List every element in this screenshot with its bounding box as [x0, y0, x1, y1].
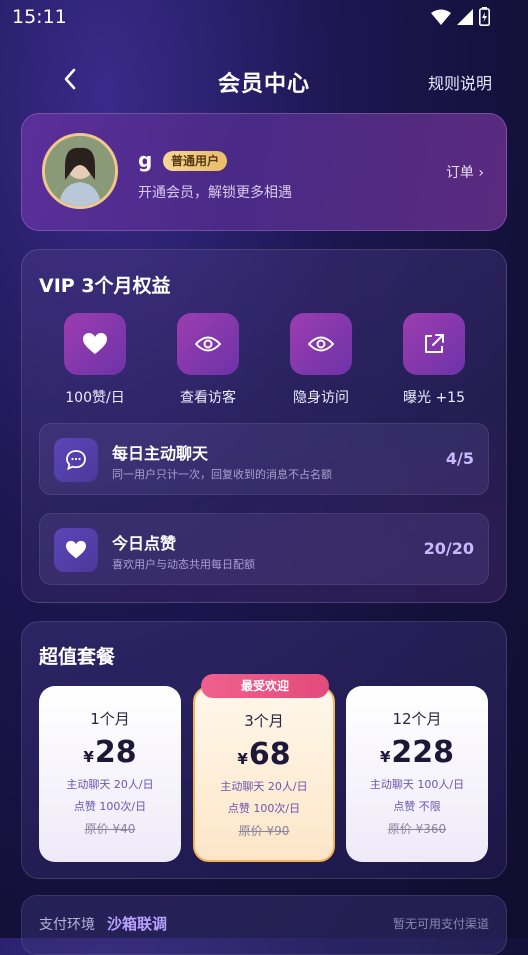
plan-price: ¥68: [195, 737, 333, 772]
plan-original-price: 原价 ¥40: [84, 822, 136, 836]
most-popular-tag: 最受欢迎: [201, 674, 329, 698]
heart-icon: [83, 333, 107, 354]
plan-period: 12个月: [392, 710, 442, 728]
plan-likes-quota: 点赞 100次/日: [73, 800, 147, 813]
status-icons: [431, 7, 490, 26]
rules-link[interactable]: 规则说明: [428, 70, 492, 94]
quota-title: 今日点赞: [112, 534, 177, 553]
quota-icon-box: [54, 438, 98, 482]
payment-channel-note: 暂无可用支付渠道: [392, 917, 489, 931]
orders-link[interactable]: 订单 ›: [446, 162, 484, 182]
eye-icon: [195, 336, 221, 352]
profile-subtitle: 开通会员，解锁更多相遇: [138, 185, 292, 201]
signal-icon: [457, 8, 473, 25]
plan-3-month[interactable]: 3个月 ¥68 主动聊天 20人/日 点赞 100次/日 原价 ¥90: [193, 686, 335, 862]
perk-exposure[interactable]: 曝光 +15: [384, 313, 484, 407]
payment-env-card: 支付环境 沙箱联调 暂无可用支付渠道: [21, 895, 507, 955]
avatar-photo: [45, 136, 115, 206]
perk-icon-box: [64, 313, 126, 375]
plan-chat-quota: 主动聊天 100人/日: [369, 778, 465, 791]
quota-chat-row: 每日主动聊天 同一用户只计一次，回复收到的消息不占名额 4/5: [39, 423, 489, 495]
vip-benefits-card: VIP 3个月权益 100赞/日 查看访客 隐身访问 曝光 +15 每日主动聊天…: [21, 249, 507, 603]
plans-title: 超值套餐: [39, 646, 116, 668]
payment-env-value: 沙箱联调: [107, 915, 168, 933]
quota-count: 20/20: [423, 539, 474, 558]
price-value: 68: [248, 737, 291, 772]
wifi-icon: [431, 9, 451, 25]
member-badge: 普通用户: [163, 151, 228, 171]
price-value: 228: [391, 735, 455, 770]
profile-card: g 普通用户 开通会员，解锁更多相遇 订单 ›: [21, 113, 507, 231]
chat-icon: [66, 450, 86, 471]
username: g: [138, 148, 153, 172]
plan-12-month[interactable]: 12个月 ¥228 主动聊天 100人/日 点赞 不限 原价 ¥360: [346, 686, 488, 862]
perk-label: 查看访客: [180, 390, 236, 406]
quota-count: 4/5: [445, 449, 474, 468]
perk-label: 隐身访问: [293, 390, 349, 406]
perk-label: 100赞/日: [65, 390, 125, 406]
quota-subtitle: 同一用户只计一次，回复收到的消息不占名额: [112, 468, 332, 481]
plan-original-price: 原价 ¥90: [238, 824, 290, 838]
plan-chat-quota: 主动聊天 20人/日: [66, 778, 154, 791]
price-value: 28: [94, 735, 137, 770]
heart-icon: [66, 540, 86, 559]
quota-icon-box: [54, 528, 98, 572]
avatar[interactable]: [42, 133, 118, 209]
perk-label: 曝光 +15: [403, 390, 465, 406]
quota-subtitle: 喜欢用户与动态共用每日配额: [112, 558, 255, 571]
perk-icon-box: [290, 313, 352, 375]
plan-price: ¥228: [346, 735, 488, 770]
share-icon: [425, 334, 444, 353]
perk-invisible[interactable]: 隐身访问: [271, 313, 371, 407]
plan-period: 1个月: [90, 710, 130, 728]
plan-likes-quota: 点赞 100次/日: [227, 802, 301, 815]
payment-env-label: 支付环境: [39, 917, 95, 933]
perk-visitors[interactable]: 查看访客: [158, 313, 258, 407]
quota-title: 每日主动聊天: [112, 444, 209, 463]
plan-price: ¥28: [39, 735, 181, 770]
perk-icon-box: [403, 313, 465, 375]
plan-chat-quota: 主动聊天 20人/日: [220, 780, 308, 793]
currency-symbol: ¥: [237, 750, 248, 768]
currency-symbol: ¥: [379, 748, 391, 766]
plan-period: 3个月: [244, 712, 284, 730]
plan-original-price: 原价 ¥360: [387, 822, 447, 836]
plan-1-month[interactable]: 1个月 ¥28 主动聊天 20人/日 点赞 100次/日 原价 ¥40: [39, 686, 181, 862]
quota-likes-row: 今日点赞 喜欢用户与动态共用每日配额 20/20: [39, 513, 489, 585]
plan-likes-quota: 点赞 不限: [393, 800, 441, 813]
currency-symbol: ¥: [83, 748, 94, 766]
vip-title: VIP 3个月权益: [39, 275, 171, 297]
perk-icon-box: [177, 313, 239, 375]
battery-icon: [479, 7, 490, 26]
status-time: 15:11: [12, 6, 67, 28]
plans-card: 超值套餐 1个月 ¥28 主动聊天 20人/日 点赞 100次/日 原价 ¥40…: [21, 621, 507, 879]
perk-likes[interactable]: 100赞/日: [45, 313, 145, 407]
eye-icon: [308, 336, 334, 352]
